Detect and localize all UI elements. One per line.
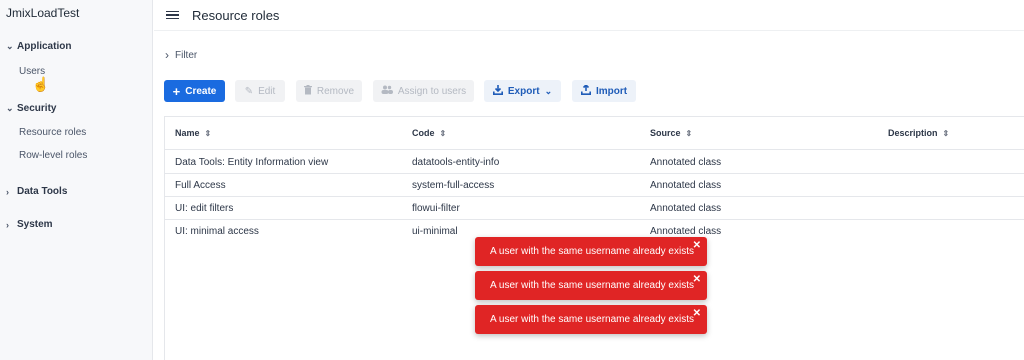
upload-icon [580, 83, 591, 98]
close-icon[interactable]: ✕ [693, 274, 701, 285]
column-header-name[interactable]: Name ⇕ [175, 128, 211, 138]
nav-group-security[interactable]: ⌄ Security [6, 103, 56, 114]
cell-source: Annotated class [650, 226, 722, 237]
error-notification: A user with the same username already ex… [475, 237, 707, 266]
chevron-right-icon: › [165, 48, 169, 62]
plus-icon: + [172, 83, 181, 99]
filter-label: Filter [175, 49, 198, 61]
cell-source: Annotated class [650, 203, 722, 214]
chevron-right-icon: › [6, 186, 9, 197]
page-header: Resource roles [154, 0, 1024, 31]
notification-text: A user with the same username already ex… [490, 314, 694, 325]
export-button[interactable]: Export ⌄ [484, 80, 561, 102]
trash-icon [303, 84, 312, 98]
cell-source: Annotated class [650, 180, 722, 191]
column-header-source[interactable]: Source ⇕ [650, 128, 692, 138]
download-icon [492, 84, 503, 98]
filter-toggle[interactable]: › Filter [165, 48, 197, 62]
cell-code: system-full-access [412, 180, 495, 191]
cell-name: UI: edit filters [175, 203, 234, 214]
assign-to-users-button[interactable]: Assign to users [373, 80, 474, 102]
nav-group-label: Application [17, 41, 72, 52]
nav-group-application[interactable]: ⌄ Application [6, 41, 71, 52]
table-row[interactable]: Full Access system-full-access Annotated… [165, 174, 1024, 197]
cell-name: Data Tools: Entity Information view [175, 157, 329, 168]
cell-code: datatools-entity-info [412, 157, 500, 168]
column-header-code[interactable]: Code ⇕ [412, 128, 446, 138]
column-header-description[interactable]: Description ⇕ [888, 128, 949, 138]
nav-group-label: Security [17, 103, 57, 114]
page-title: Resource roles [192, 7, 280, 23]
hand-cursor-icon: ☝ [32, 76, 50, 92]
table-row[interactable]: Data Tools: Entity Information view data… [165, 151, 1024, 174]
nav-group-data-tools[interactable]: › Data Tools [6, 186, 67, 197]
chevron-right-icon: › [6, 219, 9, 230]
app-title: JmixLoadTest [6, 6, 80, 20]
menu-toggle-icon[interactable] [166, 10, 179, 20]
nav-group-label: Data Tools [17, 186, 68, 197]
sort-icon: ⇕ [942, 128, 950, 138]
error-notification: A user with the same username already ex… [475, 271, 707, 300]
close-icon[interactable]: ✕ [693, 308, 701, 319]
chevron-down-icon: ⌄ [544, 85, 553, 96]
chevron-down-icon: ⌄ [6, 41, 14, 51]
sidebar-item-resource-roles[interactable]: Resource roles [19, 127, 86, 138]
import-button[interactable]: Import [572, 80, 636, 102]
users-icon [381, 85, 393, 97]
nav-group-label: System [17, 219, 53, 230]
cell-name: Full Access [175, 180, 226, 191]
chevron-down-icon: ⌄ [6, 103, 14, 113]
sidebar-item-row-level-roles[interactable]: Row-level roles [19, 150, 87, 161]
table-row[interactable]: UI: edit filters flowui-filter Annotated… [165, 197, 1024, 220]
table-header: Name ⇕ Code ⇕ Source ⇕ Description ⇕ [165, 117, 1024, 150]
sort-icon: ⇕ [439, 128, 447, 138]
create-button[interactable]: + Create [164, 80, 225, 102]
sort-icon: ⇕ [685, 128, 693, 138]
nav-group-system[interactable]: › System [6, 219, 53, 230]
close-icon[interactable]: ✕ [693, 240, 701, 251]
edit-button[interactable]: ✎ Edit [235, 80, 285, 102]
sidebar: JmixLoadTest ⌄ Application Users ☝ ⌄ Sec… [0, 0, 153, 360]
cell-source: Annotated class [650, 157, 722, 168]
cell-code: ui-minimal [412, 226, 458, 237]
sort-icon: ⇕ [204, 128, 212, 138]
notification-text: A user with the same username already ex… [490, 280, 694, 291]
error-notification: A user with the same username already ex… [475, 305, 707, 334]
cell-code: flowui-filter [412, 203, 460, 214]
cell-name: UI: minimal access [175, 226, 259, 237]
remove-button[interactable]: Remove [296, 80, 362, 102]
pencil-icon: ✎ [244, 85, 254, 97]
notification-text: A user with the same username already ex… [490, 246, 694, 257]
